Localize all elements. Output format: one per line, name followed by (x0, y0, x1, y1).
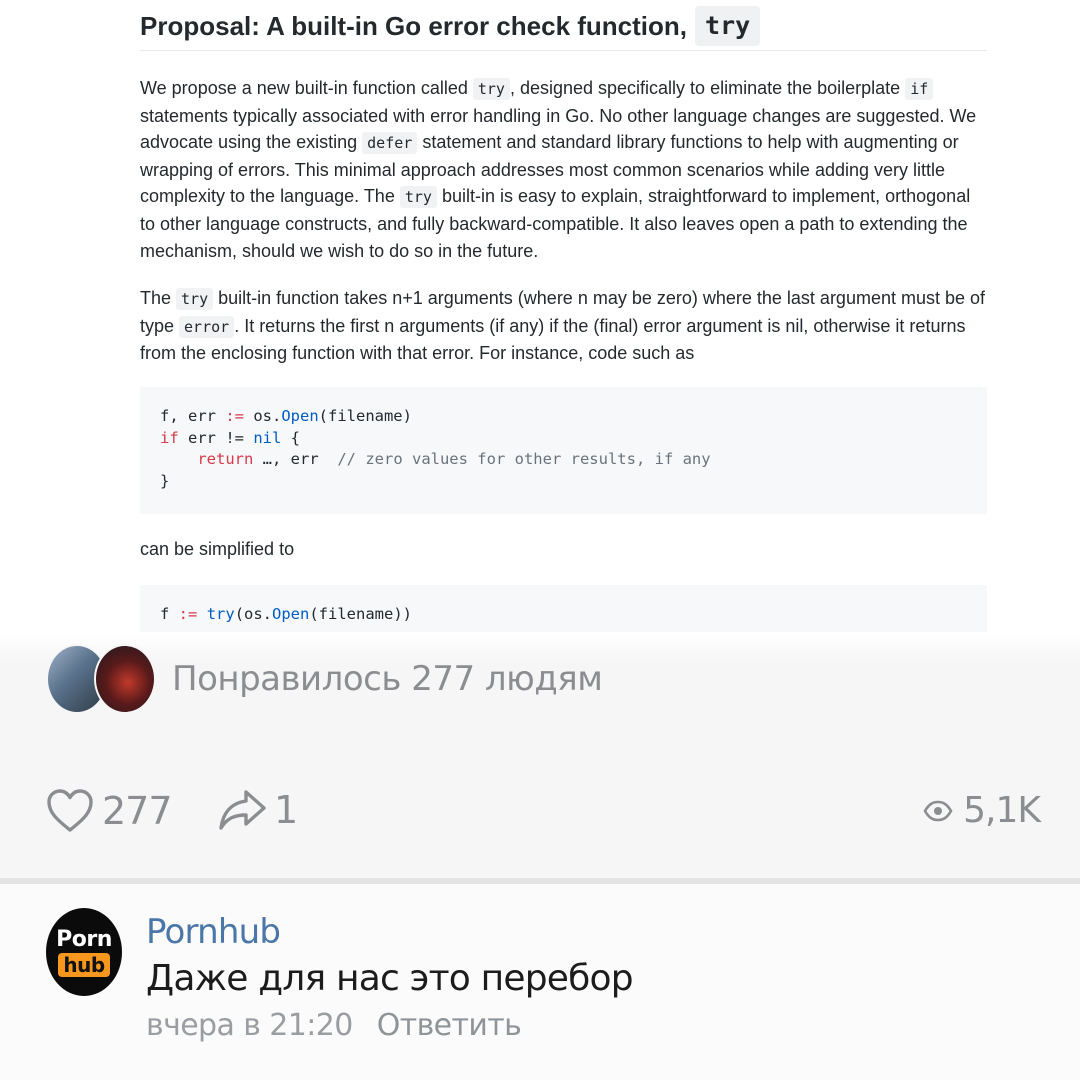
code-token: os. (244, 406, 282, 425)
code-token: if (160, 428, 179, 447)
code-comment: // zero values for other results, if any (337, 450, 711, 469)
code-token: f, err (160, 406, 226, 425)
text-span: We propose a new built-in function calle… (140, 78, 473, 98)
avatar-logo-text: Porn (56, 926, 112, 952)
views-counter: 5,1K (923, 790, 1041, 831)
text-span: The (140, 288, 177, 309)
code-token: := (178, 604, 198, 623)
code-token: err != (178, 428, 254, 447)
view-count: 5,1K (963, 790, 1041, 831)
avatar-logo-badge: hub (58, 952, 110, 977)
code-token: return (197, 450, 254, 469)
text-span: , designed specifically to eliminate the… (509, 78, 906, 98)
share-count: 1 (274, 788, 298, 832)
inline-code: try (176, 288, 214, 311)
comment: Porn hub Pornhub Даже для нас это перебо… (0, 884, 1080, 1080)
like-button[interactable]: 277 (46, 788, 173, 834)
share-arrow-icon (218, 788, 268, 832)
inline-code: if (905, 78, 934, 100)
inline-code: try (399, 186, 437, 209)
eye-icon (923, 800, 953, 822)
transition-paragraph: can be simplified to (140, 538, 295, 559)
inline-code: try (472, 78, 510, 100)
description-paragraph: The try built-in function takes n+1 argu… (140, 285, 987, 367)
code-token: Open (272, 604, 310, 623)
inline-code: defer (362, 132, 418, 155)
code-token: } (160, 471, 170, 490)
code-token: := (225, 406, 244, 425)
post-actions: 277 1 5,1K (0, 784, 1080, 844)
text-span: . It returns the first n arguments (if a… (140, 315, 966, 364)
reply-button[interactable]: Ответить (377, 1008, 522, 1043)
share-button[interactable]: 1 (218, 788, 298, 832)
comment-author-link[interactable]: Pornhub (146, 912, 281, 952)
code-token: (filename)) (309, 604, 412, 623)
code-token: …, err (253, 450, 338, 469)
comment-meta: вчера в 21:20 Ответить (146, 1008, 522, 1043)
comment-text: Даже для нас это перебор (146, 958, 634, 999)
code-token: nil (253, 428, 282, 447)
avatar[interactable]: Porn hub (46, 908, 122, 996)
code-token: (os. (234, 604, 273, 623)
code-token: Open (281, 406, 319, 425)
code-token: { (281, 428, 300, 447)
like-count: 277 (102, 789, 173, 833)
avatar[interactable] (94, 644, 156, 714)
page-title-text: Proposal: A built-in Go error check func… (140, 11, 688, 41)
heart-icon (46, 788, 94, 834)
document: Proposal: A built-in Go error check func… (140, 0, 987, 647)
likers-row[interactable]: Понравилось 277 людям (46, 644, 603, 714)
code-token: (filename) (318, 406, 412, 425)
comment-timestamp: вчера в 21:20 (146, 1008, 353, 1043)
page-title-code: try (695, 6, 761, 46)
code-token: f (160, 604, 179, 623)
inline-code: error (179, 315, 235, 338)
page-title: Proposal: A built-in Go error check func… (140, 0, 987, 51)
code-token: try (206, 604, 235, 623)
code-block-original: f, err := os.Open(filename) if err != ni… (140, 386, 987, 514)
liked-by-text[interactable]: Понравилось 277 людям (172, 659, 603, 699)
intro-paragraph: We propose a new built-in function calle… (140, 75, 987, 264)
